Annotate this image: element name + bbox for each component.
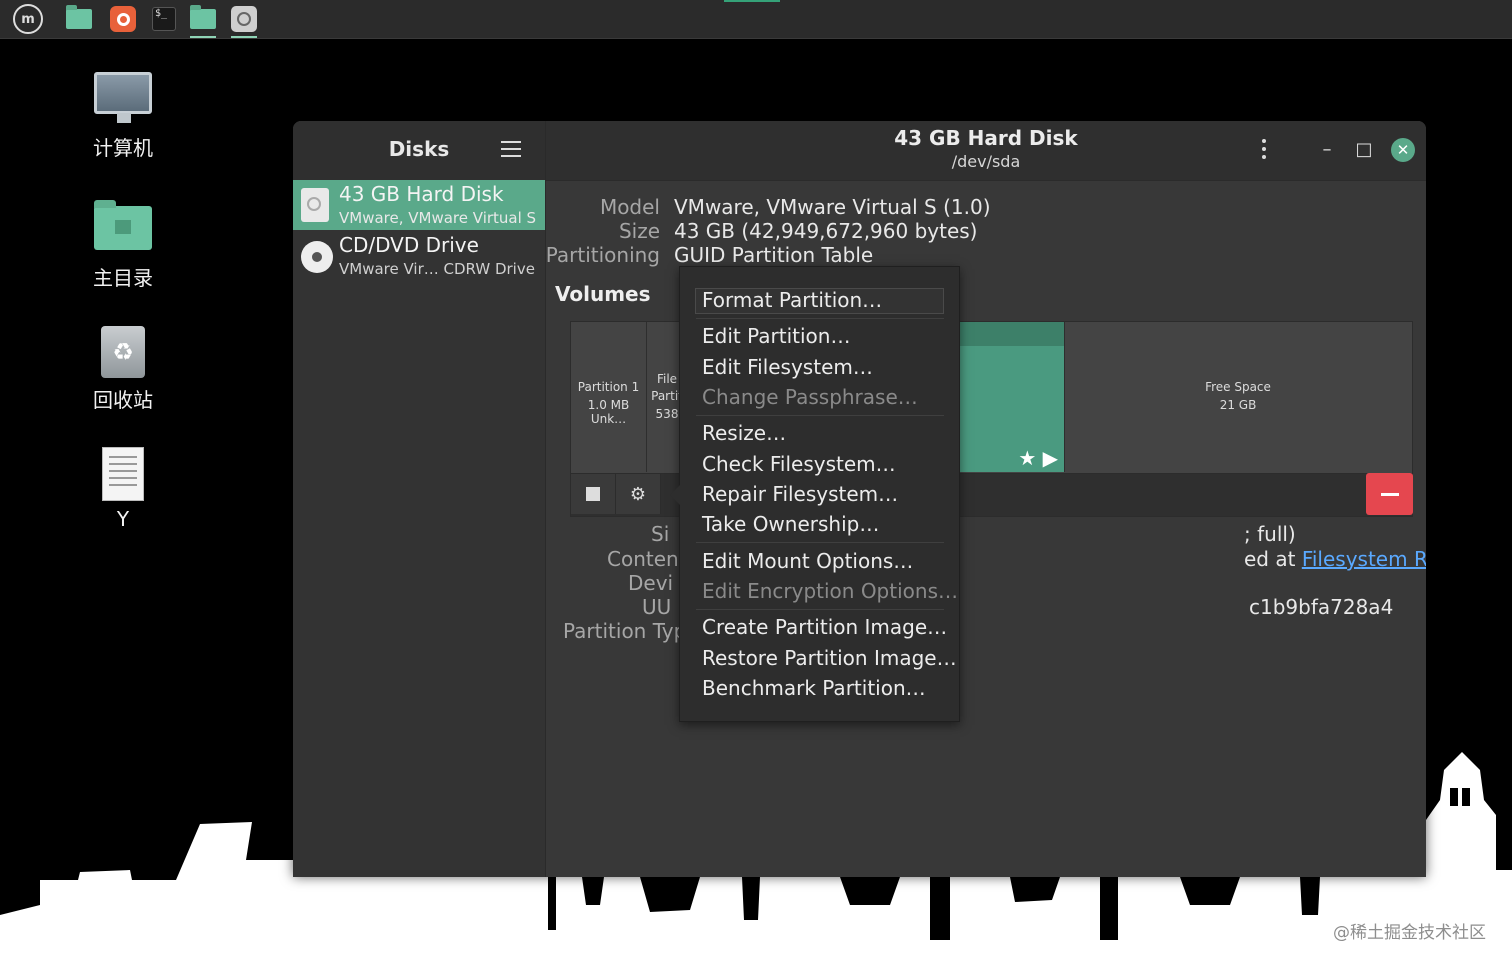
menu-item-restore-partition-image[interactable]: Restore Partition Image… — [702, 646, 957, 670]
device-item-hard-disk[interactable]: 43 GB Hard Disk VMware, VMware Virtual S — [293, 180, 545, 230]
menu-separator — [696, 415, 944, 416]
partition-size-label: Si — [651, 522, 670, 546]
device-item-cd-dvd[interactable]: CD/DVD Drive VMware Vir… CDRW Drive — [293, 231, 545, 281]
taskbar-folder-window[interactable] — [186, 3, 220, 38]
disks-icon — [231, 6, 257, 32]
size-label: Size — [618, 219, 660, 243]
menu-item-repair-filesystem[interactable]: Repair Filesystem… — [702, 482, 898, 506]
model-label: Model — [599, 195, 660, 219]
menu-separator — [696, 609, 944, 610]
device-subtitle: VMware Vir… CDRW Drive — [339, 260, 535, 278]
menu-button[interactable]: m — [11, 3, 45, 35]
trash-icon: ♻ — [101, 326, 145, 378]
segment-size: 21 GB — [1219, 398, 1257, 412]
segment-size: 1.0 MB Unk… — [587, 398, 630, 426]
files-launcher[interactable] — [62, 3, 96, 35]
volume-segment-partition-1[interactable]: Partition 1 1.0 MB Unk… — [571, 322, 647, 472]
additional-options-button[interactable]: ⚙ — [616, 474, 661, 514]
stop-icon — [586, 487, 600, 501]
uuid-label: UU — [642, 595, 672, 619]
partitioning-value: GUID Partition Table — [674, 243, 874, 267]
gears-icon: ⚙ — [629, 483, 647, 505]
volume-segment-partition-3-selected[interactable]: ★ ▶ — [958, 322, 1065, 472]
taskbar-disks-window[interactable] — [227, 3, 261, 38]
home-folder-icon — [94, 200, 152, 250]
desktop-icon-label: 主目录 — [93, 266, 153, 290]
segment-label: Free Space — [1205, 380, 1271, 394]
disk-title: 43 GB Hard Disk — [894, 126, 1078, 150]
computer-icon — [94, 72, 152, 123]
menu-item-edit-encryption-options: Edit Encryption Options… — [702, 579, 958, 603]
partitioning-label: Partitioning — [545, 243, 660, 267]
firefox-launcher[interactable] — [106, 3, 140, 35]
taskbar: m $_ — [0, 0, 1512, 39]
size-value: 43 GB (42,949,672,960 bytes) — [674, 219, 978, 243]
desktop-icon-label: 计算机 — [93, 136, 153, 160]
headerbar: 43 GB Hard Disk /dev/sda – □ ✕ — [546, 121, 1426, 181]
menu-item-edit-mount-options[interactable]: Edit Mount Options… — [702, 549, 913, 573]
sidebar-header: Disks — [293, 121, 545, 181]
contents-value: ed at Filesystem Root — [1244, 547, 1426, 571]
menu-item-check-filesystem[interactable]: Check Filesystem… — [702, 452, 896, 476]
hard-disk-icon — [301, 188, 331, 222]
partition-size-value: ; full) — [1244, 522, 1296, 546]
delete-partition-button[interactable] — [1366, 473, 1413, 515]
menu-separator — [696, 318, 944, 319]
menu-pointer — [670, 485, 680, 505]
contents-label: Conten — [607, 547, 679, 571]
device-subtitle: VMware, VMware Virtual S — [339, 209, 537, 227]
sidebar: Disks 43 GB Hard Disk VMware, VMware Vir… — [293, 121, 546, 877]
desktop-icon-trash[interactable]: ♻ 回收站 — [73, 326, 173, 413]
document-icon — [102, 447, 144, 501]
mounted-indicator: ★ ▶ — [1018, 446, 1058, 470]
terminal-icon: $_ — [152, 7, 176, 31]
menu-item-edit-filesystem[interactable]: Edit Filesystem… — [702, 355, 873, 379]
menu-item-resize[interactable]: Resize… — [702, 421, 786, 445]
device-label: Devi — [628, 571, 674, 595]
desktop-icon-computer[interactable]: 计算机 — [73, 72, 173, 161]
watermark: @稀土掘金技术社区 — [1333, 923, 1486, 943]
menu-item-edit-partition[interactable]: Edit Partition… — [702, 324, 850, 348]
device-name: CD/DVD Drive — [339, 233, 479, 257]
menu-item-create-partition-image[interactable]: Create Partition Image… — [702, 615, 947, 639]
desktop-icon-label: 回收站 — [93, 388, 153, 412]
menu-separator — [696, 542, 944, 543]
volume-segment-free-space[interactable]: Free Space 21 GB — [1065, 322, 1411, 472]
partition-options-menu: Format Partition… Edit Partition… Edit F… — [670, 266, 960, 722]
menu-item-benchmark-partition[interactable]: Benchmark Partition… — [702, 676, 926, 700]
minimize-button[interactable]: – — [1315, 138, 1339, 162]
close-button[interactable]: ✕ — [1391, 138, 1415, 162]
firefox-icon — [110, 6, 136, 32]
menu-item-change-passphrase: Change Passphrase… — [702, 385, 918, 409]
menu-item-format-partition[interactable]: Format Partition… — [702, 288, 882, 312]
segment-label: Partition 1 — [577, 380, 640, 394]
hamburger-menu-icon[interactable] — [501, 141, 521, 159]
workspace-indicator — [724, 0, 780, 2]
desktop-icon-home[interactable]: 主目录 — [73, 200, 173, 291]
folder-icon — [66, 5, 92, 29]
disk-device-path: /dev/sda — [951, 152, 1021, 171]
unmount-button[interactable] — [571, 474, 616, 514]
uuid-value: c1b9bfa728a4 — [1249, 595, 1394, 619]
folder-icon — [190, 5, 216, 29]
volumes-heading: Volumes — [555, 282, 651, 306]
desktop-icon-file-y[interactable]: Y — [73, 447, 173, 531]
optical-disc-icon — [301, 241, 333, 275]
filesystem-root-link[interactable]: Filesystem Root — [1302, 547, 1426, 571]
more-options-icon[interactable] — [1262, 139, 1268, 161]
mint-logo-icon: m — [13, 4, 43, 34]
maximize-button[interactable]: □ — [1352, 138, 1376, 162]
menu-item-take-ownership[interactable]: Take Ownership… — [702, 512, 879, 536]
minus-icon — [1381, 493, 1399, 496]
device-name: 43 GB Hard Disk — [339, 182, 504, 206]
terminal-launcher[interactable]: $_ — [147, 3, 181, 35]
model-value: VMware, VMware Virtual S (1.0) — [674, 195, 991, 219]
partition-type-label: Partition Typ — [563, 619, 687, 643]
desktop-icon-label: Y — [116, 507, 130, 531]
